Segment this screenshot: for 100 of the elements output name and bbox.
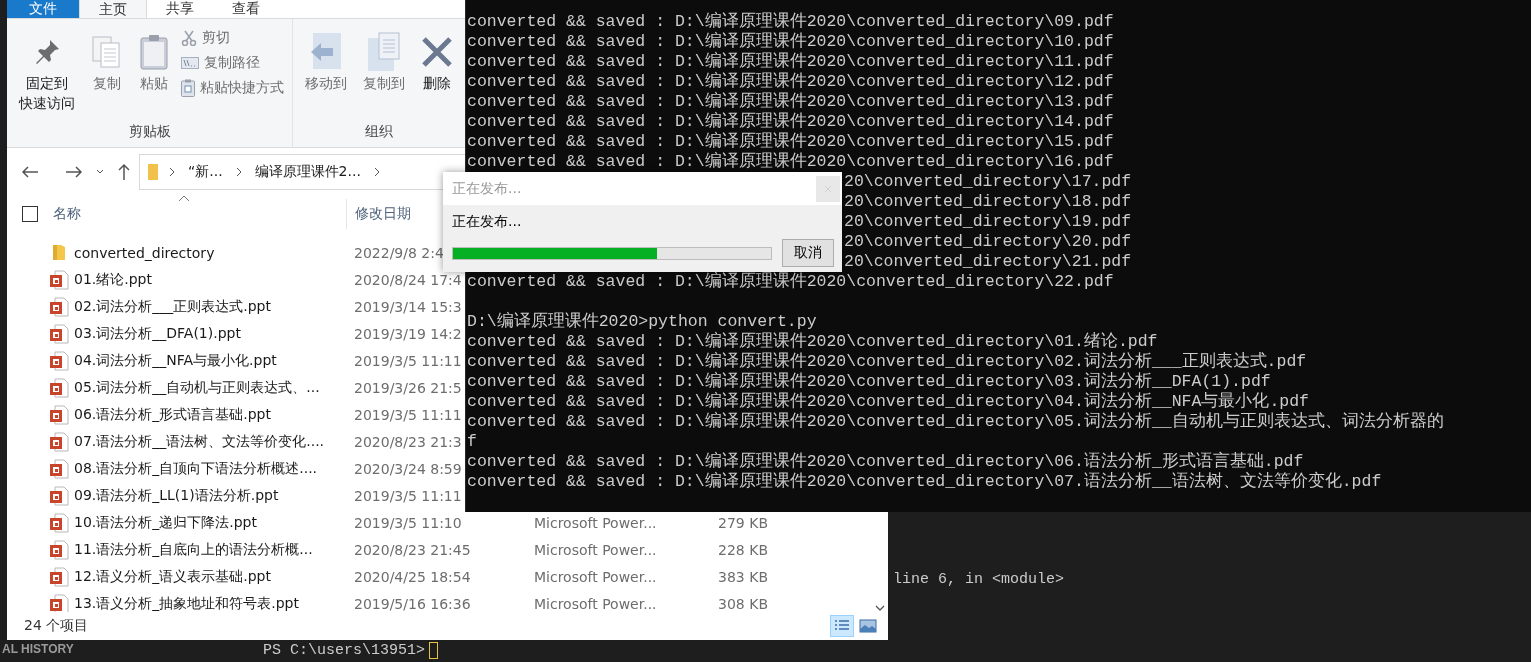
- date-cell: 2019/3/5 11:10: [354, 514, 462, 531]
- file-name[interactable]: 05.词法分析__自动机与正则表达式、...: [74, 378, 354, 397]
- console-line: converted && saved : D:\编译原理课件2020\converted_directory\12.pdf: [467, 72, 1114, 91]
- file-name[interactable]: 09.语法分析_LL(1)语法分析.ppt: [74, 486, 354, 505]
- file-name[interactable]: 13.语义分析_抽象地址和符号表.ppt: [74, 594, 354, 612]
- ribbon-tab[interactable]: 主页: [79, 0, 147, 18]
- ribbon-tab[interactable]: 查看: [213, 0, 279, 18]
- back-icon[interactable]: [21, 165, 39, 179]
- presentation-file-icon: [49, 431, 69, 452]
- clipboard-icon: [139, 34, 169, 70]
- date-cell: 2020/8/24 17:4: [354, 271, 462, 288]
- ribbon-tab[interactable]: 共享: [147, 0, 213, 18]
- file-name[interactable]: 06.语法分析_形式语言基础.ppt: [74, 405, 354, 424]
- file-name[interactable]: 10.语法分析_递归下降法.ppt: [74, 513, 354, 532]
- group-label: 剪贴板: [127, 123, 172, 141]
- date-cell: 2019/5/16 16:36: [354, 595, 471, 612]
- console-line: converted && saved : D:\编译原理课件2020\converted_directory\03.词法分析__DFA(1).pdf: [467, 372, 1271, 391]
- presentation-file-icon: [49, 377, 69, 398]
- presentation-file-icon: [49, 566, 69, 587]
- console-line: converted && saved : D:\编译原理课件2020\converted_directory\01.绪论.pdf: [467, 332, 1158, 351]
- type-cell-text: Microsoft Power...: [534, 595, 658, 612]
- console-line: converted && saved : D:\编译原理课件2020\converted_directory\06.语法分析_形式语言基础.pdf: [467, 452, 1304, 471]
- group-label: 组织: [364, 123, 394, 141]
- folder-icon: [148, 164, 158, 180]
- details-view-button[interactable]: [830, 615, 854, 637]
- pin-button[interactable]: 固定到 快速访问: [13, 27, 81, 117]
- console-line: 20\converted_directory\19.pdf: [844, 212, 1132, 231]
- details-view-icon: [834, 619, 850, 633]
- console-line: converted && saved : D:\编译原理课件2020\converted_directory\16.pdf: [467, 152, 1114, 171]
- clipboard-icon: [181, 79, 195, 97]
- presentation-file-icon: [49, 350, 69, 371]
- console-line: converted && saved : D:\编译原理课件2020\converted_directory\11.pdf: [467, 52, 1114, 71]
- breadcrumb[interactable]: “新...: [186, 163, 225, 181]
- forward-icon[interactable]: [65, 165, 83, 179]
- file-name[interactable]: 04.词法分析__NFA与最小化.ppt: [74, 351, 354, 370]
- date-cell: 2020/4/25 18:54: [354, 568, 471, 585]
- presentation-file-icon: [49, 539, 69, 560]
- scroll-down-icon[interactable]: [874, 605, 885, 612]
- date-cell: 2020/8/23 21:3: [354, 433, 462, 450]
- file-name[interactable]: 11.语法分析_自底向上的语法分析概...: [74, 540, 354, 559]
- copy-to-icon: [367, 32, 401, 72]
- scissors-icon: [181, 30, 197, 46]
- console-line: converted && saved : D:\编译原理课件2020\converted_directory\10.pdf: [467, 32, 1114, 51]
- file-name[interactable]: 02.词法分析___正则表达式.ppt: [74, 297, 354, 316]
- panel-title: AL HISTORY: [2, 642, 74, 656]
- breadcrumb[interactable]: 编译原理课件2...: [252, 163, 363, 181]
- item-count: 24 个项目: [24, 617, 89, 635]
- console-line: converted && saved : D:\编译原理课件2020\converted_directory\05.词法分析__自动机与正则表达式、词法分析器的: [467, 412, 1444, 431]
- date-cell: 2020/3/24 8:59: [354, 460, 462, 477]
- size-cell-text: 279 KB: [717, 514, 768, 531]
- terminal-prompt: PS C:\users\13951>: [263, 642, 426, 659]
- close-icon: [824, 184, 832, 193]
- select-all-checkbox[interactable]: [22, 206, 38, 222]
- file-name[interactable]: 03.词法分析__DFA(1).ppt: [74, 324, 354, 343]
- tiles-view-icon: [859, 619, 877, 633]
- dialog-message: 正在发布...: [451, 212, 523, 231]
- move-to-icon: [309, 32, 343, 72]
- console-line: converted && saved : D:\编译原理课件2020\converted_directory\02.词法分析___正则表达式.pdf: [467, 352, 1307, 371]
- file-name[interactable]: 01.绪论.ppt: [74, 270, 354, 289]
- size-cell-text: 308 KB: [717, 595, 768, 612]
- dropdown-caret-icon[interactable]: [95, 168, 105, 176]
- console-line: D:\编译原理课件2020>python convert.py: [467, 312, 817, 331]
- date-cell: 2020/8/23 21:45: [354, 541, 471, 558]
- delete-button[interactable]: 删除: [415, 27, 459, 97]
- column-header[interactable]: 修改日期: [355, 205, 411, 223]
- dialog-title: 正在发布...: [452, 179, 522, 198]
- type-cell-text: Microsoft Power...: [534, 514, 658, 531]
- date-cell: 2019/3/5 11:11: [354, 487, 462, 504]
- size-cell-text: 228 KB: [717, 541, 768, 558]
- cancel-button[interactable]: 取消: [782, 239, 834, 267]
- up-arrow-icon[interactable]: [117, 163, 131, 181]
- file-name[interactable]: 07.语法分析__语法树、文法等价变化....: [74, 432, 354, 451]
- copy-icon: [91, 35, 123, 69]
- presentation-file-icon: [49, 269, 69, 290]
- presentation-file-icon: [49, 458, 69, 479]
- presentation-file-icon: [49, 323, 69, 344]
- delete-icon: [421, 36, 453, 68]
- folder-icon: [52, 244, 66, 261]
- presentation-file-icon: [49, 296, 69, 317]
- file-name[interactable]: converted_directory: [74, 244, 354, 261]
- date-cell: 2022/9/8 2:4: [354, 244, 444, 261]
- date-cell: 2019/3/5 11:11: [354, 352, 462, 369]
- date-cell: 2019/3/14 15:3: [354, 298, 462, 315]
- chevron-icon: [168, 167, 176, 177]
- chevron-icon: [372, 167, 381, 177]
- console-line: converted && saved : D:\编译原理课件2020\converted_directory\04.词法分析__NFA与最小化.pdf: [467, 392, 1309, 411]
- date-cell: 2019/3/26 21:5: [354, 379, 462, 396]
- presentation-file-icon: [49, 485, 69, 506]
- file-name[interactable]: 12.语义分析_语义表示基础.ppt: [74, 567, 354, 586]
- console-line: converted && saved : D:\编译原理课件2020\converted_directory\13.pdf: [467, 92, 1114, 111]
- console-line: 20\converted_directory\18.pdf: [844, 192, 1132, 211]
- console-line: converted && saved : D:\编译原理课件2020\converted_directory\14.pdf: [467, 112, 1114, 131]
- file-name[interactable]: 08.语法分析_自顶向下语法分析概述....: [74, 459, 354, 478]
- path-icon: [181, 57, 199, 69]
- type-cell-text: Microsoft Power...: [534, 541, 658, 558]
- console-line: 20\converted_directory\20.pdf: [844, 232, 1132, 251]
- column-header[interactable]: 名称: [53, 205, 346, 223]
- presentation-file-icon: [49, 593, 69, 612]
- terminal-text: line 6, in <module>: [893, 571, 1065, 588]
- ribbon-tab[interactable]: 文件: [7, 0, 79, 18]
